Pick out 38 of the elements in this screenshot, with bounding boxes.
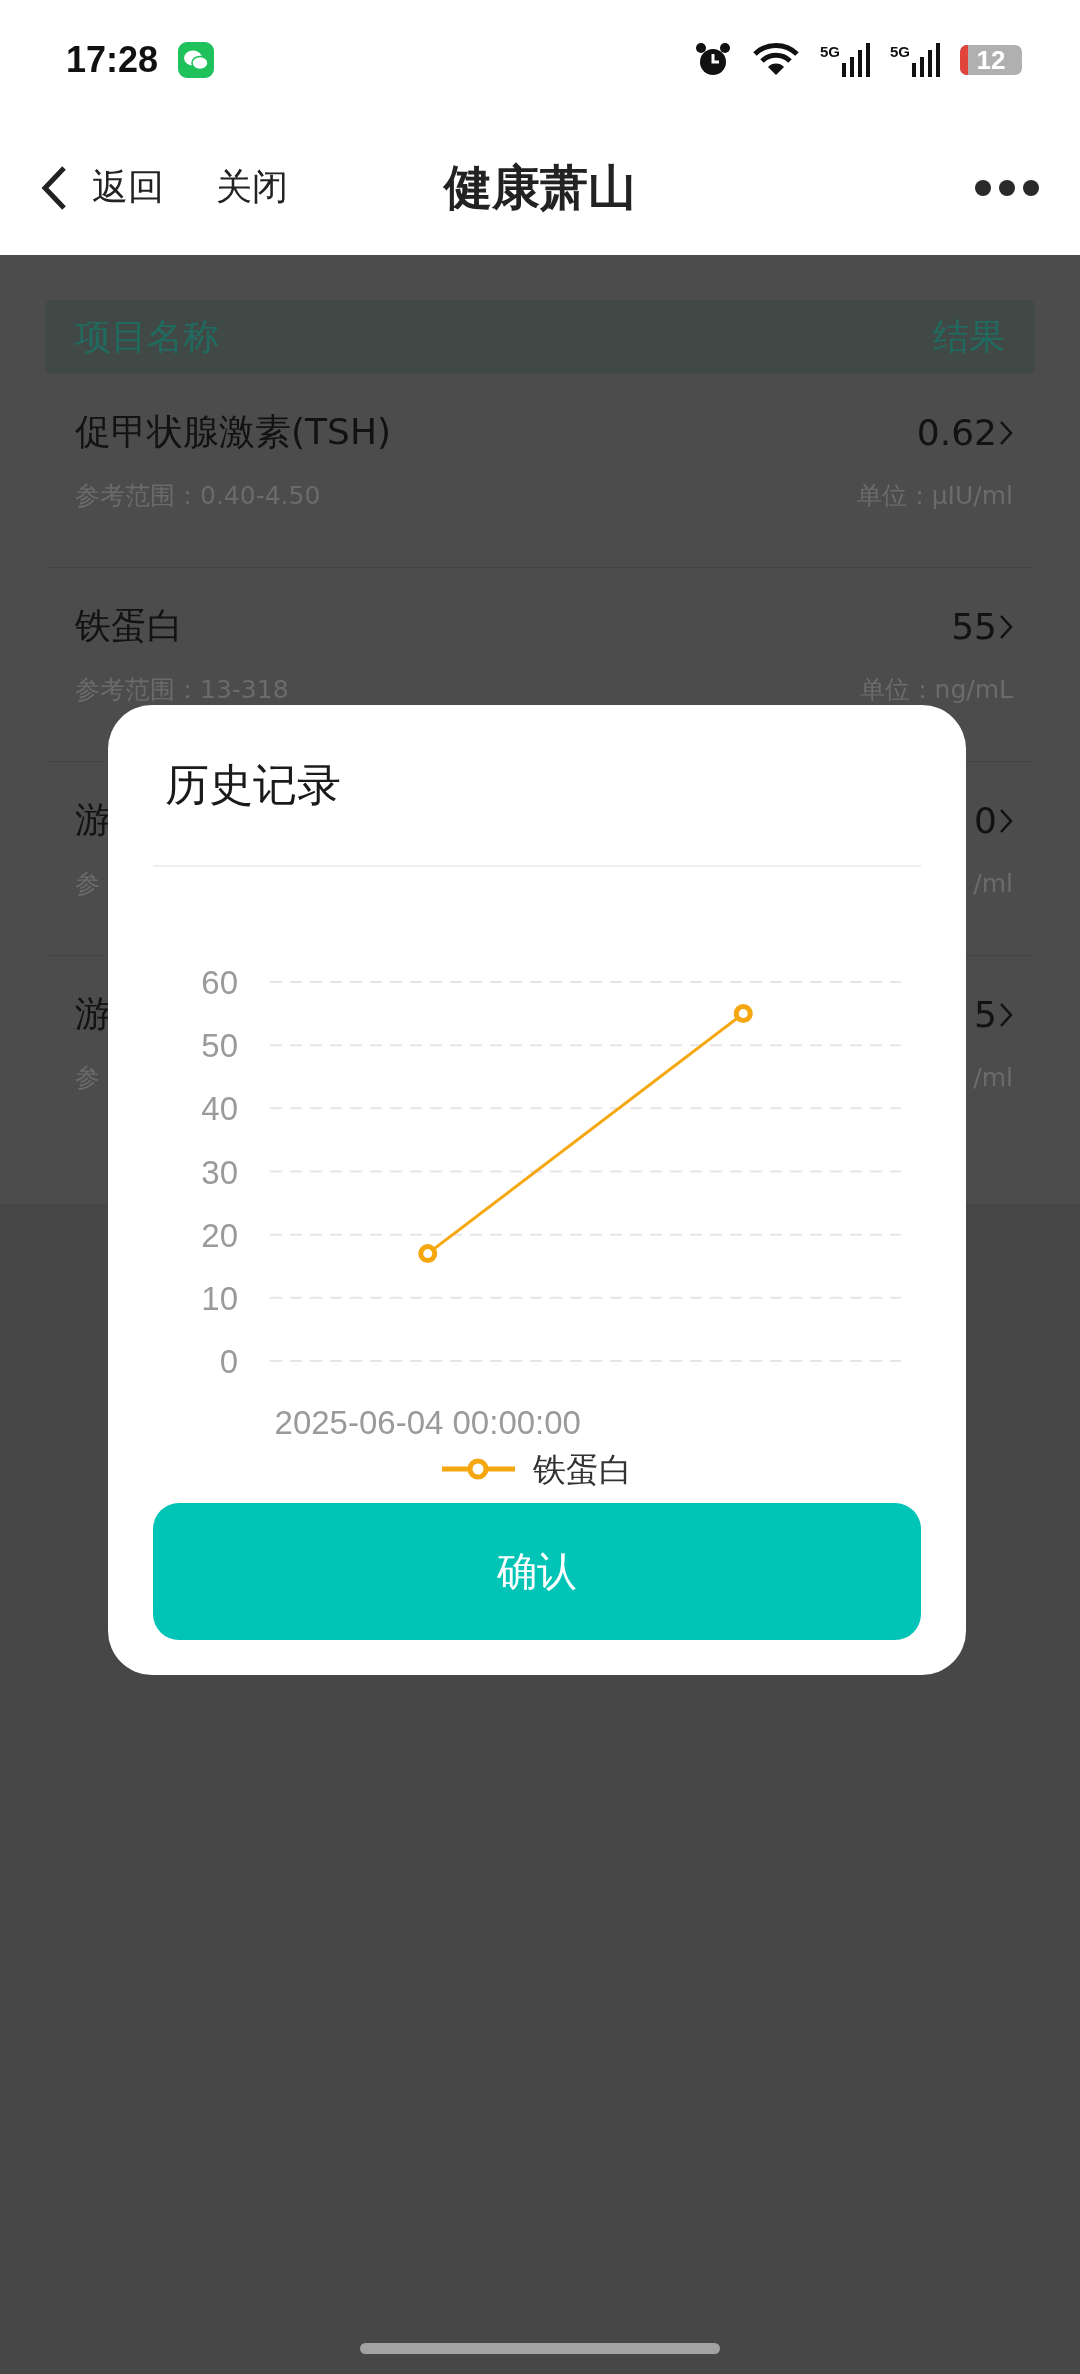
axis-label: 10 [201,1279,238,1317]
test-result[interactable]: 55 [951,606,997,647]
data-point [418,1244,438,1264]
test-name: 促甲状腺激素(TSH) [75,410,391,454]
axis-label: 20 [201,1216,238,1254]
legend-icon [442,1458,515,1480]
close-link[interactable]: 关闭 [216,163,288,212]
chevron-right-icon [999,1001,1013,1028]
axis-label: 60 [201,964,238,1001]
test-name: 铁蛋白 [75,604,183,648]
wifi-icon [751,42,800,78]
test-result[interactable]: 0.62 [916,412,997,453]
status-time: 17:28 [66,39,159,81]
test-name: 游 [75,992,111,1036]
signal-icon [912,43,940,77]
more-icon[interactable] [974,178,1040,197]
legend-label: 铁蛋白 [533,1450,632,1489]
test-name: 游 [75,798,111,842]
page-title: 健康萧山 [444,157,636,217]
battery-icon: 12 [960,45,1022,75]
chevron-right-icon [999,613,1013,640]
network-label: 5G [819,43,840,60]
dialog-title: 历史记录 [164,758,342,812]
axis-label: 0 [219,1343,238,1380]
signal-icon [842,43,870,77]
test-result[interactable]: 0 [974,800,997,841]
data-point [733,1004,753,1024]
back-link[interactable]: 返回 [92,163,164,212]
axis-label: 50 [201,1027,238,1065]
axis-label: 30 [201,1153,238,1191]
axis-label: 2025-06-04 00:00:00 [274,1404,581,1441]
chevron-right-icon [999,419,1013,446]
network-label: 5G [890,43,910,60]
test-result[interactable]: 5 [974,994,997,1035]
confirm-button[interactable]: 确认 [153,1503,921,1640]
axis-label: 40 [201,1090,238,1128]
chevron-right-icon [999,807,1013,834]
chat-app-icon [178,42,215,78]
